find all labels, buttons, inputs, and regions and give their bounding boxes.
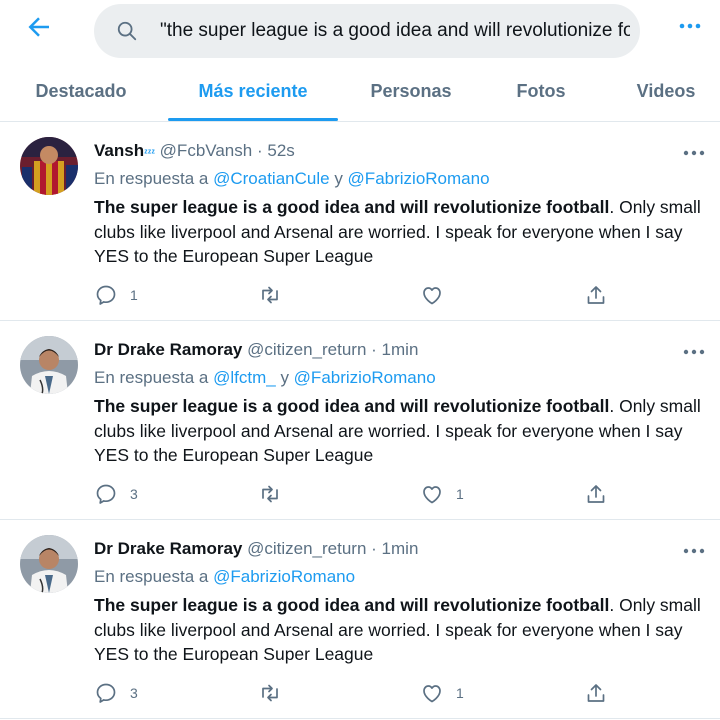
tweet-text: The super league is a good idea and will… — [94, 197, 701, 266]
back-arrow-icon[interactable] — [24, 12, 54, 42]
display-name[interactable]: Dr Drake Ramoray — [94, 340, 242, 359]
like-icon — [423, 685, 441, 703]
display-name[interactable]: Dr Drake Ramoray — [94, 539, 242, 558]
share-icon — [587, 286, 605, 304]
tweet-header: Vanshᶻᶻᶻ @FcbVansh · 52s — [94, 139, 295, 166]
username[interactable]: @citizen_return — [247, 539, 366, 558]
more-options-icon[interactable] — [676, 14, 704, 38]
more-icon[interactable] — [680, 145, 708, 161]
like-count: 1 — [456, 685, 464, 701]
share-button[interactable] — [584, 679, 608, 707]
share-icon — [587, 485, 605, 503]
like-button[interactable]: 1 — [420, 679, 464, 707]
active-tab-indicator — [168, 118, 338, 121]
reply-count: 1 — [130, 287, 138, 303]
retweet-button[interactable] — [258, 480, 282, 508]
reply-context: En respuesta a @CroatianCule y @Fabrizio… — [94, 169, 490, 188]
reply-button[interactable]: 3 — [94, 480, 138, 508]
tweet[interactable]: Vanshᶻᶻᶻ @FcbVansh · 52s En respuesta a … — [0, 123, 720, 321]
tweet-actions: 3 1 — [94, 679, 614, 707]
tweet-header: Dr Drake Ramoray @citizen_return · 1min — [94, 338, 418, 362]
reply-count: 3 — [130, 685, 138, 701]
retweet-icon — [262, 286, 278, 304]
separator: · — [371, 340, 377, 359]
reply-mention[interactable]: @CroatianCule — [213, 169, 329, 188]
reply-context: En respuesta a @FabrizioRomano — [94, 567, 356, 586]
username[interactable]: @FcbVansh — [160, 141, 253, 160]
reply-mention[interactable]: @FabrizioRomano — [294, 368, 436, 387]
share-icon — [587, 684, 605, 702]
tab-personas[interactable]: Personas — [360, 62, 462, 121]
more-icon[interactable] — [680, 543, 708, 559]
timestamp[interactable]: 52s — [267, 141, 294, 160]
separator: · — [256, 141, 263, 160]
avatar-image — [20, 535, 78, 593]
username[interactable]: @citizen_return — [247, 340, 366, 359]
reply-button[interactable]: 3 — [94, 679, 138, 707]
tab-fotos[interactable]: Fotos — [504, 62, 578, 121]
tab-destacado[interactable]: Destacado — [22, 62, 140, 121]
reply-mention[interactable]: @FabrizioRomano — [213, 567, 355, 586]
like-icon — [423, 287, 441, 305]
reply-icon — [96, 683, 116, 703]
tweet-header: Dr Drake Ramoray @citizen_return · 1min — [94, 537, 418, 561]
search-icon — [117, 21, 137, 41]
tweet-actions: 1 — [94, 281, 614, 309]
share-button[interactable] — [584, 281, 608, 309]
tweet[interactable]: Dr Drake Ramoray @citizen_return · 1min … — [0, 521, 720, 719]
avatar[interactable] — [20, 336, 78, 394]
avatar[interactable] — [20, 137, 78, 195]
name-suffix: ᶻᶻᶻ — [144, 148, 155, 159]
retweet-button[interactable] — [258, 679, 282, 707]
reply-icon — [96, 285, 116, 305]
like-icon — [423, 486, 441, 504]
search-box[interactable] — [94, 4, 640, 58]
like-count: 1 — [456, 486, 464, 502]
retweet-icon — [262, 485, 278, 503]
like-button[interactable]: 1 — [420, 480, 464, 508]
tweet-text: The super league is a good idea and will… — [94, 396, 701, 465]
share-button[interactable] — [584, 480, 608, 508]
avatar[interactable] — [20, 535, 78, 593]
reply-mention[interactable]: @FabrizioRomano — [348, 169, 490, 188]
reply-context: En respuesta a @lfctm_ y @FabrizioRomano — [94, 368, 436, 387]
separator: · — [371, 539, 377, 558]
reply-count: 3 — [130, 486, 138, 502]
tweet-actions: 3 1 — [94, 480, 614, 508]
avatar-image — [20, 336, 78, 394]
like-button[interactable] — [420, 281, 456, 309]
reply-button[interactable]: 1 — [94, 281, 138, 309]
reply-icon — [96, 484, 116, 504]
timestamp[interactable]: 1min — [382, 340, 419, 359]
display-name[interactable]: Vansh — [94, 141, 144, 160]
tweet-text: The super league is a good idea and will… — [94, 595, 701, 664]
tab-mas-reciente[interactable]: Más reciente — [168, 62, 338, 121]
timestamp[interactable]: 1min — [382, 539, 419, 558]
retweet-button[interactable] — [258, 281, 282, 309]
tab-videos[interactable]: Videos — [624, 62, 708, 121]
more-icon[interactable] — [680, 344, 708, 360]
tweet[interactable]: Dr Drake Ramoray @citizen_return · 1min … — [0, 322, 720, 520]
top-bar — [0, 0, 720, 62]
reply-mention[interactable]: @lfctm_ — [213, 368, 276, 387]
avatar-image — [20, 137, 78, 195]
search-input[interactable] — [160, 14, 630, 48]
search-tabs: Destacado Más reciente Personas Fotos Vi… — [0, 62, 720, 122]
retweet-icon — [262, 684, 278, 702]
